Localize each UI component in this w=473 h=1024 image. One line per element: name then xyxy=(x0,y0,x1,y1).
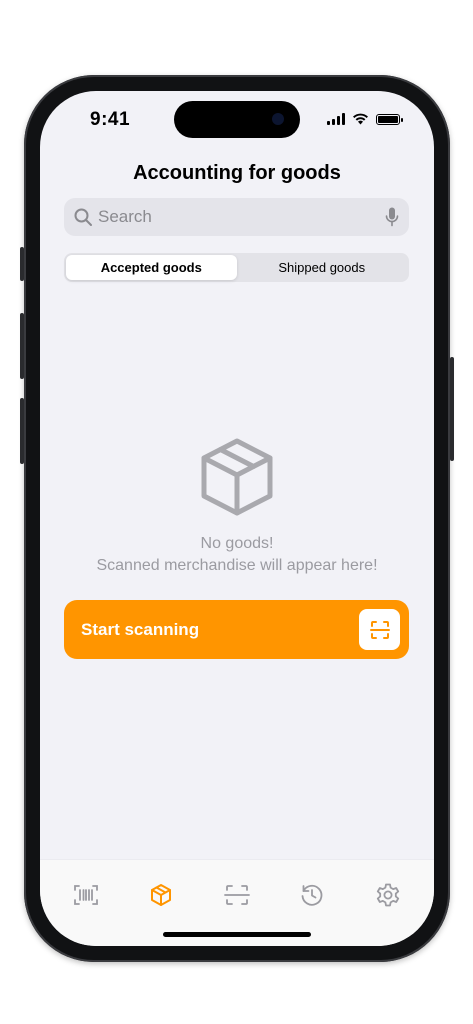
wifi-icon xyxy=(353,113,368,125)
search-input[interactable] xyxy=(98,207,385,227)
page-title: Accounting for goods xyxy=(133,162,341,184)
tab-shipped-goods[interactable]: Shipped goods xyxy=(237,255,408,280)
cellular-signal-icon xyxy=(327,113,345,125)
tab-barcode[interactable] xyxy=(64,879,108,911)
scan-icon xyxy=(224,885,250,905)
box-icon xyxy=(201,438,273,516)
start-scanning-label: Start scanning xyxy=(81,619,200,639)
tab-bar xyxy=(40,859,434,946)
battery-icon xyxy=(376,113,403,125)
screen: 9:41 Accounting for goods Search Accepte… xyxy=(40,91,434,946)
empty-state: No goods! Scanned merchandise will appea… xyxy=(40,437,434,577)
barcode-icon xyxy=(74,885,98,905)
search-bar[interactable] xyxy=(64,198,409,236)
empty-state-subtitle: Scanned merchandise will appear here! xyxy=(96,557,378,574)
volume-down-button xyxy=(20,398,24,464)
history-icon xyxy=(301,884,323,906)
tab-history[interactable] xyxy=(290,879,334,911)
action-button xyxy=(20,247,24,281)
tab-accepted-goods[interactable]: Accepted goods xyxy=(66,255,237,280)
volume-up-button xyxy=(20,313,24,379)
search-icon xyxy=(74,208,92,226)
status-bar: 9:41 xyxy=(40,91,434,147)
home-indicator[interactable] xyxy=(163,932,311,937)
goods-segmented-control: Accepted goods Shipped goods xyxy=(64,253,409,282)
package-icon xyxy=(151,884,171,906)
tab-settings[interactable] xyxy=(366,879,410,911)
scan-badge xyxy=(359,609,400,650)
tab-goods[interactable] xyxy=(139,879,183,911)
status-time: 9:41 xyxy=(90,109,131,130)
status-icons xyxy=(327,113,403,125)
battery-level xyxy=(378,115,398,123)
scan-frame-icon xyxy=(369,620,390,639)
start-scanning-button[interactable]: Start scanning xyxy=(64,600,409,659)
front-camera xyxy=(272,113,284,125)
dynamic-island xyxy=(174,101,300,138)
phone-frame: 9:41 Accounting for goods Search Accepte… xyxy=(20,75,454,962)
settings-gear-icon xyxy=(376,883,400,907)
empty-state-title: No goods! xyxy=(200,535,274,552)
power-button xyxy=(450,357,454,461)
microphone-icon[interactable] xyxy=(385,207,399,227)
tab-scan[interactable] xyxy=(215,879,259,911)
